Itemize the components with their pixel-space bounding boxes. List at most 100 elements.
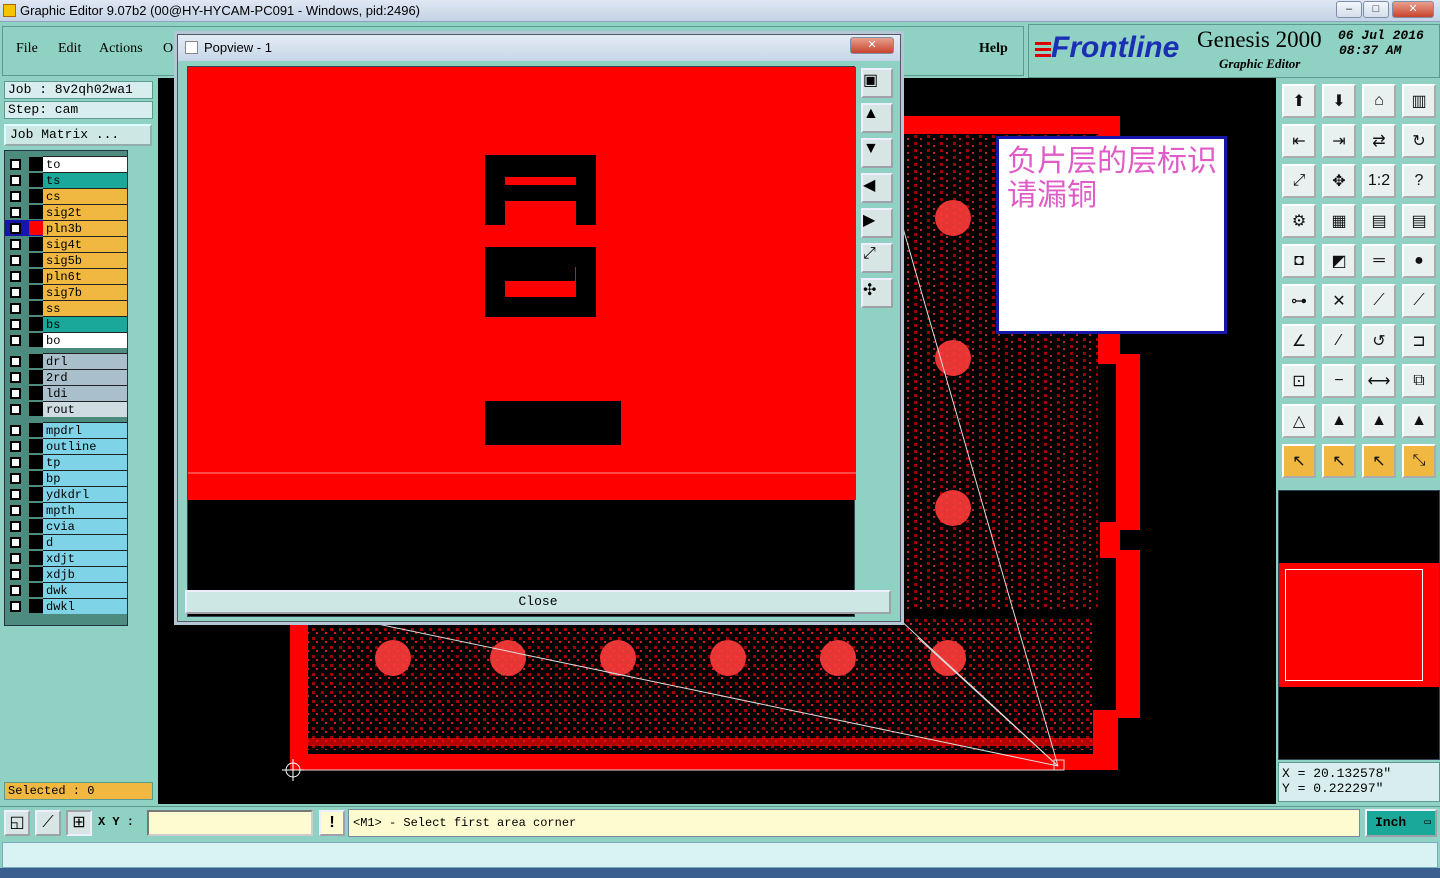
layer-checkbox[interactable] bbox=[10, 457, 21, 468]
layer-checkbox[interactable] bbox=[10, 239, 21, 250]
shapes-tool-button[interactable]: ⧉ bbox=[1402, 364, 1436, 398]
popview-close-button[interactable]: Close bbox=[185, 590, 891, 614]
layer-row[interactable]: drl bbox=[5, 353, 127, 369]
layer-checkbox[interactable] bbox=[10, 319, 21, 330]
bracket-tool-button[interactable]: ⊐ bbox=[1402, 324, 1436, 358]
popview-zoom-home-button[interactable]: ▣ bbox=[861, 68, 893, 98]
popview-pan-left-button[interactable]: ◀ bbox=[861, 173, 893, 203]
popview-pan-up-button[interactable]: ▲ bbox=[861, 103, 893, 133]
layer-name[interactable]: dwkl bbox=[43, 598, 127, 614]
layer-name[interactable]: drl bbox=[43, 353, 127, 369]
area-pointer-tool-button[interactable]: ↖ bbox=[1362, 444, 1396, 478]
undo-tool-button[interactable]: ⬆ bbox=[1282, 84, 1316, 118]
layer-row[interactable]: outline bbox=[5, 438, 127, 454]
arc-tool-button[interactable]: ↺ bbox=[1362, 324, 1396, 358]
menu-file[interactable]: File bbox=[16, 41, 38, 57]
layer-checkbox[interactable] bbox=[10, 207, 21, 218]
layer-row[interactable]: mpth bbox=[5, 502, 127, 518]
job-matrix-button[interactable]: Job Matrix ... bbox=[4, 124, 152, 146]
layer-row[interactable]: sig5b bbox=[5, 252, 127, 268]
mini-map[interactable] bbox=[1278, 490, 1440, 760]
slash-tool-button[interactable]: ⁄ bbox=[1322, 324, 1356, 358]
layer-checkbox[interactable] bbox=[10, 553, 21, 564]
triangle-tool-button[interactable]: ◩ bbox=[1322, 244, 1356, 278]
layers-a-tool-button[interactable]: ▤ bbox=[1362, 204, 1396, 238]
layer-row[interactable]: cvia bbox=[5, 518, 127, 534]
popview-zoom-in-button[interactable]: ✣ bbox=[861, 278, 893, 308]
snap-mode-button[interactable]: ◱ bbox=[4, 810, 30, 836]
angle-tool-button[interactable]: ∠ bbox=[1282, 324, 1316, 358]
layer-checkbox[interactable] bbox=[10, 585, 21, 596]
layer-row[interactable]: sig7b bbox=[5, 284, 127, 300]
layer-checkbox[interactable] bbox=[10, 271, 21, 282]
layer-row[interactable]: xdjt bbox=[5, 550, 127, 566]
layer-checkbox[interactable] bbox=[10, 537, 21, 548]
mirror-tool-button[interactable]: ⇄ bbox=[1362, 124, 1396, 158]
layer-name[interactable]: mpth bbox=[43, 502, 127, 518]
layers-b-tool-button[interactable]: ▤ bbox=[1402, 204, 1436, 238]
layer-checkbox[interactable] bbox=[10, 425, 21, 436]
layer-row[interactable]: dwk bbox=[5, 582, 127, 598]
zoom-fit-tool-button[interactable]: ⤢ bbox=[1282, 164, 1316, 198]
layer-row[interactable]: bp bbox=[5, 470, 127, 486]
help-tool-button[interactable]: ? bbox=[1402, 164, 1436, 198]
grid-mode-button[interactable]: ⊞ bbox=[66, 810, 92, 836]
minus-tool-button[interactable]: − bbox=[1322, 364, 1356, 398]
layer-name[interactable]: xdjb bbox=[43, 566, 127, 582]
alert-button[interactable]: ! bbox=[319, 810, 345, 836]
move-right-tool-button[interactable]: ⇥ bbox=[1322, 124, 1356, 158]
layer-checkbox[interactable] bbox=[10, 303, 21, 314]
layer-name[interactable]: outline bbox=[43, 438, 127, 454]
layer-checkbox[interactable] bbox=[10, 441, 21, 452]
layer-checkbox[interactable] bbox=[10, 388, 21, 399]
pointer-tool-button[interactable]: ↖ bbox=[1282, 444, 1316, 478]
layer-row[interactable]: pln3b bbox=[5, 220, 127, 236]
layer-checkbox[interactable] bbox=[10, 372, 21, 383]
layer-name[interactable]: ldi bbox=[43, 385, 127, 401]
layer-row[interactable]: to bbox=[5, 156, 127, 172]
layer-name[interactable]: sig7b bbox=[43, 284, 127, 300]
pad-tool-button[interactable]: ◘ bbox=[1282, 244, 1316, 278]
layer-name[interactable]: bp bbox=[43, 470, 127, 486]
grid-tool-button[interactable]: ▦ bbox=[1322, 204, 1356, 238]
layer-name[interactable]: ts bbox=[43, 172, 127, 188]
layer-row[interactable]: d bbox=[5, 534, 127, 550]
layer-row[interactable]: tp bbox=[5, 454, 127, 470]
layer-row[interactable]: xdjb bbox=[5, 566, 127, 582]
layer-row[interactable]: bs bbox=[5, 316, 127, 332]
close-window-button[interactable]: ✕ bbox=[1392, 1, 1434, 18]
layer-row[interactable]: sig2t bbox=[5, 204, 127, 220]
layer-checkbox[interactable] bbox=[10, 223, 21, 234]
move-left-tool-button[interactable]: ⇤ bbox=[1282, 124, 1316, 158]
layer-name[interactable]: 2rd bbox=[43, 369, 127, 385]
layer-row[interactable]: rout bbox=[5, 401, 127, 417]
layer-name[interactable]: cs bbox=[43, 188, 127, 204]
units-selector[interactable]: Inch ▭ bbox=[1365, 809, 1437, 837]
rotate-tool-button[interactable]: ↻ bbox=[1402, 124, 1436, 158]
layer-name[interactable]: sig2t bbox=[43, 204, 127, 220]
layer-name[interactable]: ydkdrl bbox=[43, 486, 127, 502]
layer-row[interactable]: sig4t bbox=[5, 236, 127, 252]
layer-name[interactable]: sig4t bbox=[43, 236, 127, 252]
layer-name[interactable]: to bbox=[43, 156, 127, 172]
layer-checkbox[interactable] bbox=[10, 404, 21, 415]
dimension-tool-button[interactable]: ⟷ bbox=[1362, 364, 1396, 398]
layer-checkbox[interactable] bbox=[10, 191, 21, 202]
select-pointer-tool-button[interactable]: ↖ bbox=[1322, 444, 1356, 478]
tri-c-tool-button[interactable]: ▲ bbox=[1362, 404, 1396, 438]
menu-options[interactable]: O bbox=[163, 41, 173, 57]
layer-row[interactable]: mpdrl bbox=[5, 422, 127, 438]
popview-close-x[interactable]: ✕ bbox=[850, 37, 894, 54]
line-pad-tool-button[interactable]: ⟋ bbox=[1362, 284, 1396, 318]
settings-tool-button[interactable]: ⚙ bbox=[1282, 204, 1316, 238]
scale-tool-button[interactable]: 1:2 bbox=[1362, 164, 1396, 198]
xy-input[interactable] bbox=[147, 810, 313, 836]
tri-a-tool-button[interactable]: △ bbox=[1282, 404, 1316, 438]
popview-pan-down-button[interactable]: ▼ bbox=[861, 138, 893, 168]
ruler-tool-button[interactable]: ═ bbox=[1362, 244, 1396, 278]
home-tool-button[interactable]: ⌂ bbox=[1362, 84, 1396, 118]
layer-checkbox[interactable] bbox=[10, 521, 21, 532]
redo-tool-button[interactable]: ⬇ bbox=[1322, 84, 1356, 118]
layer-name[interactable]: rout bbox=[43, 401, 127, 417]
line-pad2-tool-button[interactable]: ⟋ bbox=[1402, 284, 1436, 318]
